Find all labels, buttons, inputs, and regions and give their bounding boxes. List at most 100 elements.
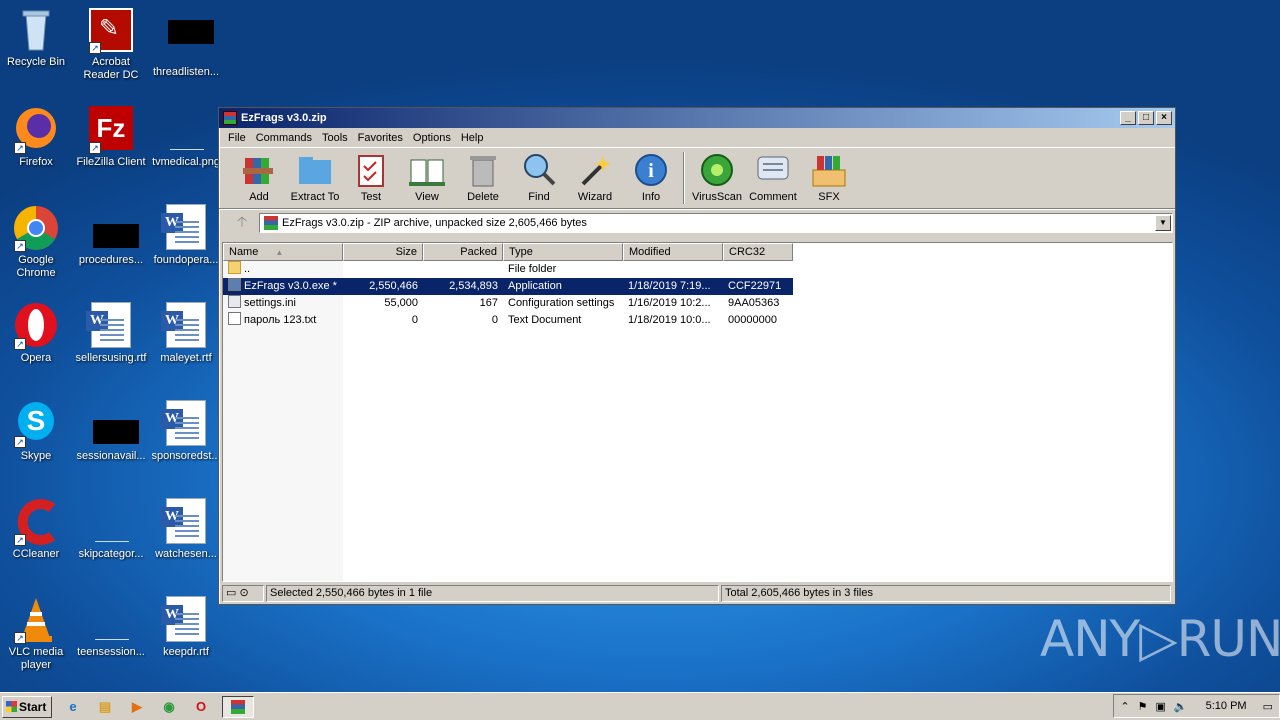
comment-button[interactable]: Comment (745, 152, 801, 203)
file-icon (162, 6, 214, 54)
file-list[interactable]: Name ▲ Size Packed Type Modified CRC32 .… (222, 242, 1173, 582)
table-row[interactable]: пароль 123.txt 0 0 Text Document 1/18/20… (223, 312, 1172, 329)
desktop-icon-recycle-bin[interactable]: Recycle Bin (0, 6, 76, 69)
desktop-icon-teensession[interactable]: teensession... (71, 596, 151, 659)
desktop-icon-chrome[interactable]: ↗ Google Chrome (0, 204, 76, 280)
flag-icon[interactable]: ⚑ (1138, 700, 1148, 713)
column-header: Name ▲ Size Packed Type Modified CRC32 (223, 243, 1172, 261)
desktop-icon-label: teensession... (77, 646, 145, 658)
info-icon: i (633, 152, 669, 188)
minimize-button[interactable]: _ (1120, 111, 1136, 125)
clock[interactable]: 5:10 PM (1206, 700, 1247, 712)
table-row[interactable]: settings.ini 55,000 167 Configuration se… (223, 295, 1172, 312)
menu-file[interactable]: File (223, 132, 251, 144)
column-size[interactable]: Size (343, 243, 423, 261)
table-row[interactable]: .. File folder (223, 261, 1172, 278)
desktop-icon-maleyet[interactable]: W maleyet.rtf (146, 302, 226, 365)
menu-tools[interactable]: Tools (317, 132, 353, 144)
explorer-icon[interactable]: ▤ (94, 696, 116, 718)
desktop-icon-threadlisten[interactable]: threadlisten... (146, 6, 226, 79)
desktop-icon-ccleaner[interactable]: ↗ CCleaner (0, 498, 76, 561)
column-name[interactable]: Name ▲ (223, 243, 343, 261)
desktop-icon-skipcategor[interactable]: skipcategor... (71, 498, 151, 561)
desktop-icon-label: VLC media player (8, 646, 64, 671)
close-button[interactable]: × (1156, 111, 1172, 125)
menu-options[interactable]: Options (408, 132, 456, 144)
wizard-button[interactable]: Wizard (567, 152, 623, 203)
view-book-icon (409, 152, 445, 188)
column-type[interactable]: Type (503, 243, 623, 261)
address-combo[interactable]: EzFrags v3.0.zip - ZIP archive, unpacked… (259, 212, 1173, 233)
find-button[interactable]: Find (511, 152, 567, 203)
image-file-icon (162, 106, 210, 154)
recycle-bin-icon (12, 6, 60, 54)
desktop-icon-label: Google Chrome (16, 254, 56, 279)
network-icon[interactable]: ▣ (1156, 700, 1166, 713)
word-document-icon: W (161, 498, 210, 546)
media-player-icon[interactable]: ▶ (126, 696, 148, 718)
toolbar: Add Extract To Test View Delete Find Wiz… (219, 147, 1175, 209)
taskbar: Start e ▤ ▶ ◉ O ⌃ ⚑ ▣ 🔈 5:10 PM ▭ (0, 692, 1280, 720)
view-button[interactable]: View (399, 152, 455, 203)
desktop-icon-label: sessionavail... (76, 450, 146, 462)
virusscan-button[interactable]: VirusScan (689, 152, 745, 203)
desktop-icon-filezilla[interactable]: Fz ↗ FileZilla Client (71, 106, 151, 169)
desktop-icon-label: FileZilla Client (76, 156, 146, 168)
desktop-icon-watchesen[interactable]: W watchesen... (146, 498, 226, 561)
maximize-button[interactable]: □ (1138, 111, 1154, 125)
desktop-icon-procedures[interactable]: procedures... (71, 204, 151, 267)
desktop-icon-label: CCleaner (12, 548, 60, 560)
opera-taskbar-icon[interactable]: O (190, 696, 212, 718)
desktop-icon-tvmedical[interactable]: tvmedical.png (146, 106, 226, 169)
drive-icon[interactable]: ▭ ⊙ (222, 584, 264, 602)
desktop-icon-label: keepdr.rtf (163, 646, 209, 658)
volume-icon[interactable]: 🔈 (1174, 700, 1188, 713)
show-hidden-icons-icon[interactable]: ⌃ (1120, 700, 1129, 713)
file-icon (87, 204, 139, 252)
column-packed[interactable]: Packed (423, 243, 503, 261)
word-document-icon: W (161, 302, 210, 350)
ccleaner-icon: ↗ (12, 498, 60, 546)
delete-button[interactable]: Delete (455, 152, 511, 203)
word-document-icon: W (161, 204, 210, 252)
desktop-icon-sellersusing[interactable]: W sellersusing.rtf (71, 302, 151, 365)
test-button[interactable]: Test (343, 152, 399, 203)
up-arrow-icon[interactable]: 🡡 (225, 211, 259, 235)
table-row[interactable]: EzFrags v3.0.exe * 2,550,466 2,534,893 A… (223, 278, 1172, 295)
column-modified[interactable]: Modified (623, 243, 723, 261)
ie-icon[interactable]: e (62, 696, 84, 718)
add-button[interactable]: Add (231, 152, 287, 203)
firefox-icon: ↗ (12, 106, 60, 154)
desktop-icon-vlc[interactable]: ↗ VLC media player (0, 596, 76, 672)
desktop-icon-label: sponsoredst... (151, 450, 221, 462)
desktop-icon-keepdr[interactable]: W keepdr.rtf (146, 596, 226, 659)
desktop-icon-sessionavail[interactable]: sessionavail... (71, 400, 151, 463)
chevron-down-icon[interactable]: ▼ (1155, 214, 1171, 231)
sfx-button[interactable]: SFX (801, 152, 857, 203)
menu-help[interactable]: Help (456, 132, 489, 144)
column-crc32[interactable]: CRC32 (723, 243, 793, 261)
desktop-icon-skype[interactable]: S ↗ Skype (0, 400, 76, 463)
comment-icon (755, 152, 791, 188)
desktop-icon-opera[interactable]: ↗ Opera (0, 302, 76, 365)
desktop-icon-label: Opera (20, 352, 52, 364)
winrar-window[interactable]: EzFrags v3.0.zip _ □ × File Commands Too… (218, 107, 1176, 605)
winrar-taskbar-button[interactable] (222, 695, 254, 718)
desktop-icon-label: maleyet.rtf (160, 352, 212, 364)
desktop-icon-acrobat[interactable]: ✎ ↗ Acrobat Reader DC (71, 6, 151, 82)
menu-favorites[interactable]: Favorites (353, 132, 408, 144)
word-document-icon: W (161, 400, 210, 448)
zip-archive-icon (264, 215, 278, 230)
desktop-icon-firefox[interactable]: ↗ Firefox (0, 106, 76, 169)
sfx-box-icon (811, 152, 847, 188)
desktop-icon-foundopera[interactable]: W foundopera... (146, 204, 226, 267)
info-button[interactable]: i Info (623, 152, 679, 203)
chrome-taskbar-icon[interactable]: ◉ (158, 696, 180, 718)
title-bar[interactable]: EzFrags v3.0.zip _ □ × (219, 108, 1175, 128)
menu-commands[interactable]: Commands (251, 132, 317, 144)
extract-to-button[interactable]: Extract To (287, 152, 343, 203)
start-button[interactable]: Start (2, 695, 52, 718)
test-clipboard-icon (353, 152, 389, 188)
show-desktop-icon[interactable]: ▭ (1263, 700, 1273, 713)
desktop-icon-sponsoredst[interactable]: W sponsoredst... (146, 400, 226, 463)
